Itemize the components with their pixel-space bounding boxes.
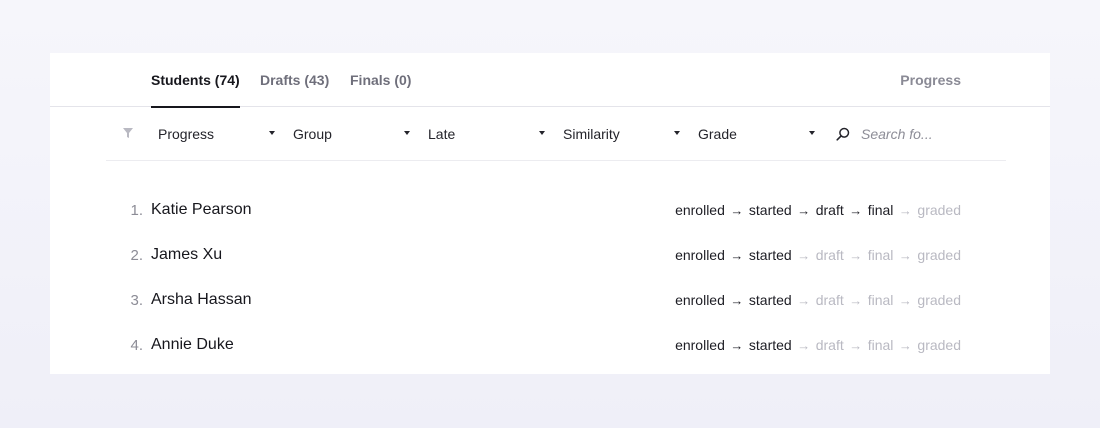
progress-pipeline: enrolled → started → draft → final → graded	[675, 292, 961, 308]
arrow-right-icon: →	[849, 337, 863, 353]
arrow-right-icon: →	[797, 247, 811, 263]
tab-students[interactable]: Students (74)	[151, 53, 240, 108]
caret-down-icon	[269, 131, 275, 135]
group-filter-dropdown[interactable]: Group	[293, 107, 413, 161]
arrow-right-icon: →	[730, 247, 744, 263]
group-filter-label: Group	[293, 126, 332, 142]
stage-draft: draft	[815, 247, 844, 263]
similarity-filter-label: Similarity	[563, 126, 620, 142]
arrow-right-icon: →	[849, 247, 863, 263]
caret-down-icon	[809, 131, 815, 135]
student-list: 1. Katie Pearson enrolled → started → draft → fi…	[50, 189, 1050, 369]
caret-down-icon	[539, 131, 545, 135]
arrow-right-icon: →	[898, 202, 912, 218]
stage-started: started	[748, 247, 792, 263]
arrow-right-icon: →	[730, 202, 744, 218]
progress-filter-label: Progress	[158, 126, 215, 142]
tab-bar: Students (74) Drafts (43) Finals (0) Pro…	[50, 53, 1050, 108]
stage-final: final	[867, 202, 894, 218]
stage-draft: draft	[815, 337, 844, 353]
filter-icon[interactable]	[122, 127, 134, 139]
tab-finals[interactable]: Finals (0)	[350, 53, 411, 107]
late-filter-dropdown[interactable]: Late	[428, 107, 548, 161]
student-row[interactable]: 2. James Xu enrolled → started → draft → final → g…	[50, 234, 1050, 279]
arrow-right-icon: →	[849, 292, 863, 308]
grade-filter-dropdown[interactable]: Grade	[698, 107, 818, 161]
stage-final: final	[867, 292, 894, 308]
stage-draft: draft	[815, 292, 844, 308]
arrow-right-icon: →	[898, 337, 912, 353]
arrow-right-icon: →	[730, 337, 744, 353]
stage-final: final	[867, 247, 894, 263]
student-name[interactable]: James Xu	[151, 246, 222, 264]
grade-filter-label: Grade	[698, 126, 737, 142]
student-name[interactable]: Katie Pearson	[151, 201, 252, 219]
arrow-right-icon: →	[797, 292, 811, 308]
arrow-right-icon: →	[898, 247, 912, 263]
arrow-right-icon: →	[898, 292, 912, 308]
search-icon	[836, 127, 850, 141]
student-row[interactable]: 1. Katie Pearson enrolled → started → draft → fi…	[50, 189, 1050, 234]
stage-started: started	[748, 202, 792, 218]
row-number: 2.	[130, 247, 143, 264]
arrow-right-icon: →	[797, 202, 811, 218]
student-row[interactable]: 3. Arsha Hassan enrolled → started → draft → fin…	[50, 279, 1050, 324]
stage-final: final	[867, 337, 894, 353]
stage-graded: graded	[917, 202, 961, 218]
caret-down-icon	[404, 131, 410, 135]
row-number: 3.	[130, 292, 143, 309]
stage-enrolled: enrolled	[675, 247, 725, 263]
filter-bar: Progress Group Late Similarity Grade	[106, 107, 1006, 161]
student-name[interactable]: Arsha Hassan	[151, 291, 252, 309]
progress-pipeline: enrolled → started → draft → final → graded	[675, 202, 961, 218]
stage-graded: graded	[917, 292, 961, 308]
stage-graded: graded	[917, 337, 961, 353]
arrow-right-icon: →	[849, 202, 863, 218]
stage-enrolled: enrolled	[675, 337, 725, 353]
students-panel: Students (74) Drafts (43) Finals (0) Pro…	[50, 53, 1050, 374]
tab-drafts[interactable]: Drafts (43)	[260, 53, 329, 107]
row-number: 1.	[130, 202, 143, 219]
arrow-right-icon: →	[797, 337, 811, 353]
stage-enrolled: enrolled	[675, 202, 725, 218]
student-name[interactable]: Annie Duke	[151, 336, 234, 354]
progress-filter-dropdown[interactable]: Progress	[158, 107, 278, 161]
stage-graded: graded	[917, 247, 961, 263]
progress-pipeline: enrolled → started → draft → final → graded	[675, 247, 961, 263]
progress-view-link[interactable]: Progress	[900, 53, 961, 107]
student-row[interactable]: 4. Annie Duke enrolled → started → draft → final…	[50, 324, 1050, 369]
stage-started: started	[748, 292, 792, 308]
stage-enrolled: enrolled	[675, 292, 725, 308]
caret-down-icon	[674, 131, 680, 135]
arrow-right-icon: →	[730, 292, 744, 308]
search-box	[836, 107, 1006, 161]
stage-started: started	[748, 337, 792, 353]
stage-draft: draft	[815, 202, 844, 218]
late-filter-label: Late	[428, 126, 456, 142]
search-input[interactable]	[861, 123, 1001, 145]
row-number: 4.	[130, 337, 143, 354]
progress-pipeline: enrolled → started → draft → final → graded	[675, 337, 961, 353]
similarity-filter-dropdown[interactable]: Similarity	[563, 107, 683, 161]
